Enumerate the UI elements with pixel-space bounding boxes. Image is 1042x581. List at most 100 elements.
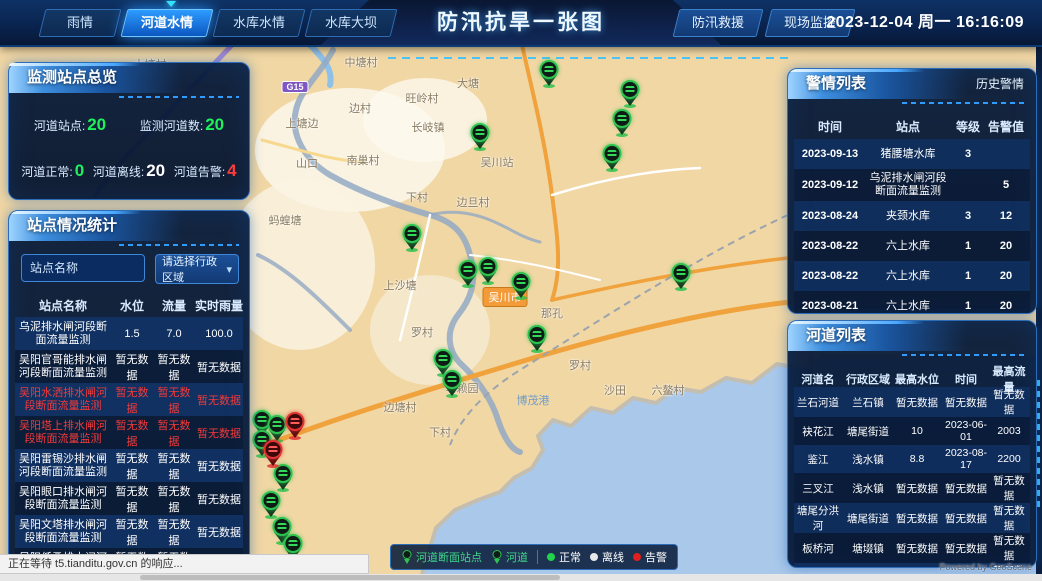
cell-value: 暂无数据 xyxy=(940,511,992,526)
map-place-label: 南巢村 xyxy=(347,152,380,168)
alert-station: 夹颈水库 xyxy=(866,207,950,226)
cell-value: 1 xyxy=(950,240,986,252)
cell-value: 暂无数据 xyxy=(111,417,153,449)
map-place-label: 大塘 xyxy=(457,75,479,91)
map-place-label: 旺岭村 xyxy=(406,90,439,106)
map-place-label: 上沙塘 xyxy=(384,277,417,293)
map-marker-red[interactable] xyxy=(284,412,306,440)
water-gauge-glyph-icon xyxy=(618,115,627,122)
tab-1[interactable]: 雨情 xyxy=(39,9,122,37)
nav-button-1[interactable]: 防汛救援 xyxy=(673,9,764,37)
cell-value: 鉴江 xyxy=(794,452,842,467)
panel-river-list: 河道列表 河道名行政区域最高水位时间最高流量 兰石河道兰石镇暂无数据暂无数据暂无… xyxy=(787,320,1037,568)
map-marker-green[interactable] xyxy=(272,464,294,492)
river-row[interactable]: 兰石河道兰石镇暂无数据暂无数据暂无数据 xyxy=(794,387,1030,417)
water-gauge-glyph-icon xyxy=(545,66,554,73)
marker-head-icon xyxy=(621,80,640,99)
legend-item[interactable]: 河道 xyxy=(491,549,528,565)
legend-divider xyxy=(537,550,538,564)
cell-value: 2023-09-12 xyxy=(794,179,866,191)
map-marker-green[interactable] xyxy=(611,109,633,137)
alert-row[interactable]: 2023-09-13猪腰塘水库3 xyxy=(794,139,1030,169)
cell-value: 暂无数据 xyxy=(894,395,940,410)
water-gauge-glyph-icon xyxy=(464,266,473,273)
station-row[interactable]: 吴阳官哥能排水闸河段断面流量监测暂无数据暂无数据暂无数据 xyxy=(15,350,243,383)
legend-item[interactable]: 河道断面站点 xyxy=(401,549,482,565)
alert-row[interactable]: 2023-08-24夹颈水库312 xyxy=(794,201,1030,231)
river-row[interactable]: 板桥河塘㙍镇暂无数据暂无数据暂无数据 xyxy=(794,533,1030,563)
water-gauge-glyph-icon xyxy=(291,418,300,425)
river-row[interactable]: 鉴江浅水镇8.82023-08-172200 xyxy=(794,445,1030,473)
station-row[interactable]: 乌泥排水闸河段断面流量监测1.57.0100.0 xyxy=(15,317,243,350)
station-name-input[interactable] xyxy=(21,254,145,282)
river-table-body: 兰石河道兰石镇暂无数据暂无数据暂无数据袂花江塘尾街道102023-06-0120… xyxy=(794,387,1030,568)
station-row[interactable]: 吴阳雷锡沙排水闸河段断面流量监测暂无数据暂无数据暂无数据 xyxy=(15,449,243,482)
marker-head-icon xyxy=(459,260,478,279)
scrollbar-thumb-dashes[interactable] xyxy=(1037,380,1040,510)
map-place-label: 下村 xyxy=(406,189,428,205)
column-header: 最高水位 xyxy=(894,371,940,387)
marker-head-icon xyxy=(262,491,281,510)
river-row[interactable]: 塘尾分洪河塘尾街道暂无数据暂无数据暂无数据 xyxy=(794,503,1030,533)
map-marker-green[interactable] xyxy=(477,257,499,285)
status-dot-icon xyxy=(547,553,555,561)
cell-value: 塘㙍镇 xyxy=(842,541,894,556)
legend-item[interactable]: 离线 xyxy=(590,549,624,565)
alert-table: 时间站点等级告警值 2023-09-13猪腰塘水库32023-09-12乌泥排水… xyxy=(788,113,1036,314)
map-place-label: 吴川站 xyxy=(481,154,514,170)
cell-value: 暂无数据 xyxy=(195,392,243,408)
marker-head-icon xyxy=(434,349,453,368)
column-header: 时间 xyxy=(940,371,992,387)
map-marker-green[interactable] xyxy=(469,123,491,151)
station-row[interactable]: 吴阳水洒排水闸河段断面流量监测暂无数据暂无数据暂无数据 xyxy=(15,383,243,416)
tab-4[interactable]: 水库大坝 xyxy=(305,9,398,37)
legend-item[interactable]: 告警 xyxy=(633,549,667,565)
cell-value: 暂无数据 xyxy=(111,483,153,515)
alert-row[interactable]: 2023-08-22六上水库120 xyxy=(794,261,1030,291)
map-place-label: 六鳌村 xyxy=(652,382,685,398)
station-row[interactable]: 吴阳眼口排水闸河段断面流量监测暂无数据暂无数据暂无数据 xyxy=(15,482,243,515)
river-row[interactable]: 袂花江塘尾街道102023-06-012003 xyxy=(794,417,1030,445)
map-marker-green[interactable] xyxy=(510,272,532,300)
tab-3[interactable]: 水库水情 xyxy=(213,9,306,37)
map-marker-green[interactable] xyxy=(619,80,641,108)
station-filters: 请选择行政区域 ▾ xyxy=(9,241,249,293)
cell-value: 暂无数据 xyxy=(111,516,153,548)
cell-value: 暂无数据 xyxy=(894,541,940,556)
stat-item: 河道正常:0 xyxy=(21,161,84,181)
cell-value: 2023-06-01 xyxy=(940,419,992,443)
page-title: 防汛抗旱一张图 xyxy=(437,0,605,45)
alert-row[interactable]: 2023-08-22六上水库120 xyxy=(794,231,1030,261)
station-row[interactable]: 吴阳塔上排水闸河段断面流量监测暂无数据暂无数据暂无数据 xyxy=(15,416,243,449)
region-select[interactable]: 请选择行政区域 ▾ xyxy=(155,254,239,284)
map-marker-green[interactable] xyxy=(538,60,560,88)
map-marker-green[interactable] xyxy=(401,224,423,252)
legend-label: 离线 xyxy=(602,549,624,565)
tab-label: 河道水情 xyxy=(125,10,209,36)
page-horizontal-scrollbar[interactable] xyxy=(0,574,1042,581)
cell-value: 20 xyxy=(986,240,1026,252)
alert-row[interactable]: 2023-09-12乌泥排水闸河段断面流量监测5 xyxy=(794,169,1030,201)
legend-item[interactable]: 正常 xyxy=(547,549,581,565)
stat-label: 监测河道数: xyxy=(140,119,203,133)
map-marker-green[interactable] xyxy=(457,260,479,288)
map-marker-green[interactable] xyxy=(670,263,692,291)
station-row[interactable]: 吴阳文塔排水闸河段断面流量监测暂无数据暂无数据暂无数据 xyxy=(15,515,243,548)
map-marker-green[interactable] xyxy=(601,144,623,172)
stat-value: 20 xyxy=(146,161,165,180)
water-gauge-glyph-icon xyxy=(273,421,282,428)
cell-value: 暂无数据 xyxy=(195,359,243,375)
tab-2-active[interactable]: 河道水情 xyxy=(121,9,214,37)
cell-value: 浅水镇 xyxy=(842,481,894,496)
map-marker-red[interactable] xyxy=(262,440,284,468)
history-alerts-link[interactable]: 历史警情 xyxy=(976,69,1024,99)
map-place-label: 山口 xyxy=(296,155,318,171)
map-marker-green[interactable] xyxy=(441,370,463,398)
cell-value: 袂花江 xyxy=(794,424,842,439)
river-row[interactable]: 三叉江浅水镇暂无数据暂无数据暂无数据 xyxy=(794,473,1030,503)
map-marker-green[interactable] xyxy=(526,325,548,353)
map-marker-green[interactable] xyxy=(260,491,282,519)
cell-value: 1 xyxy=(950,300,986,312)
scrollbar-thumb[interactable] xyxy=(140,575,560,580)
alert-row[interactable]: 2023-08-21六上水库120 xyxy=(794,291,1030,314)
